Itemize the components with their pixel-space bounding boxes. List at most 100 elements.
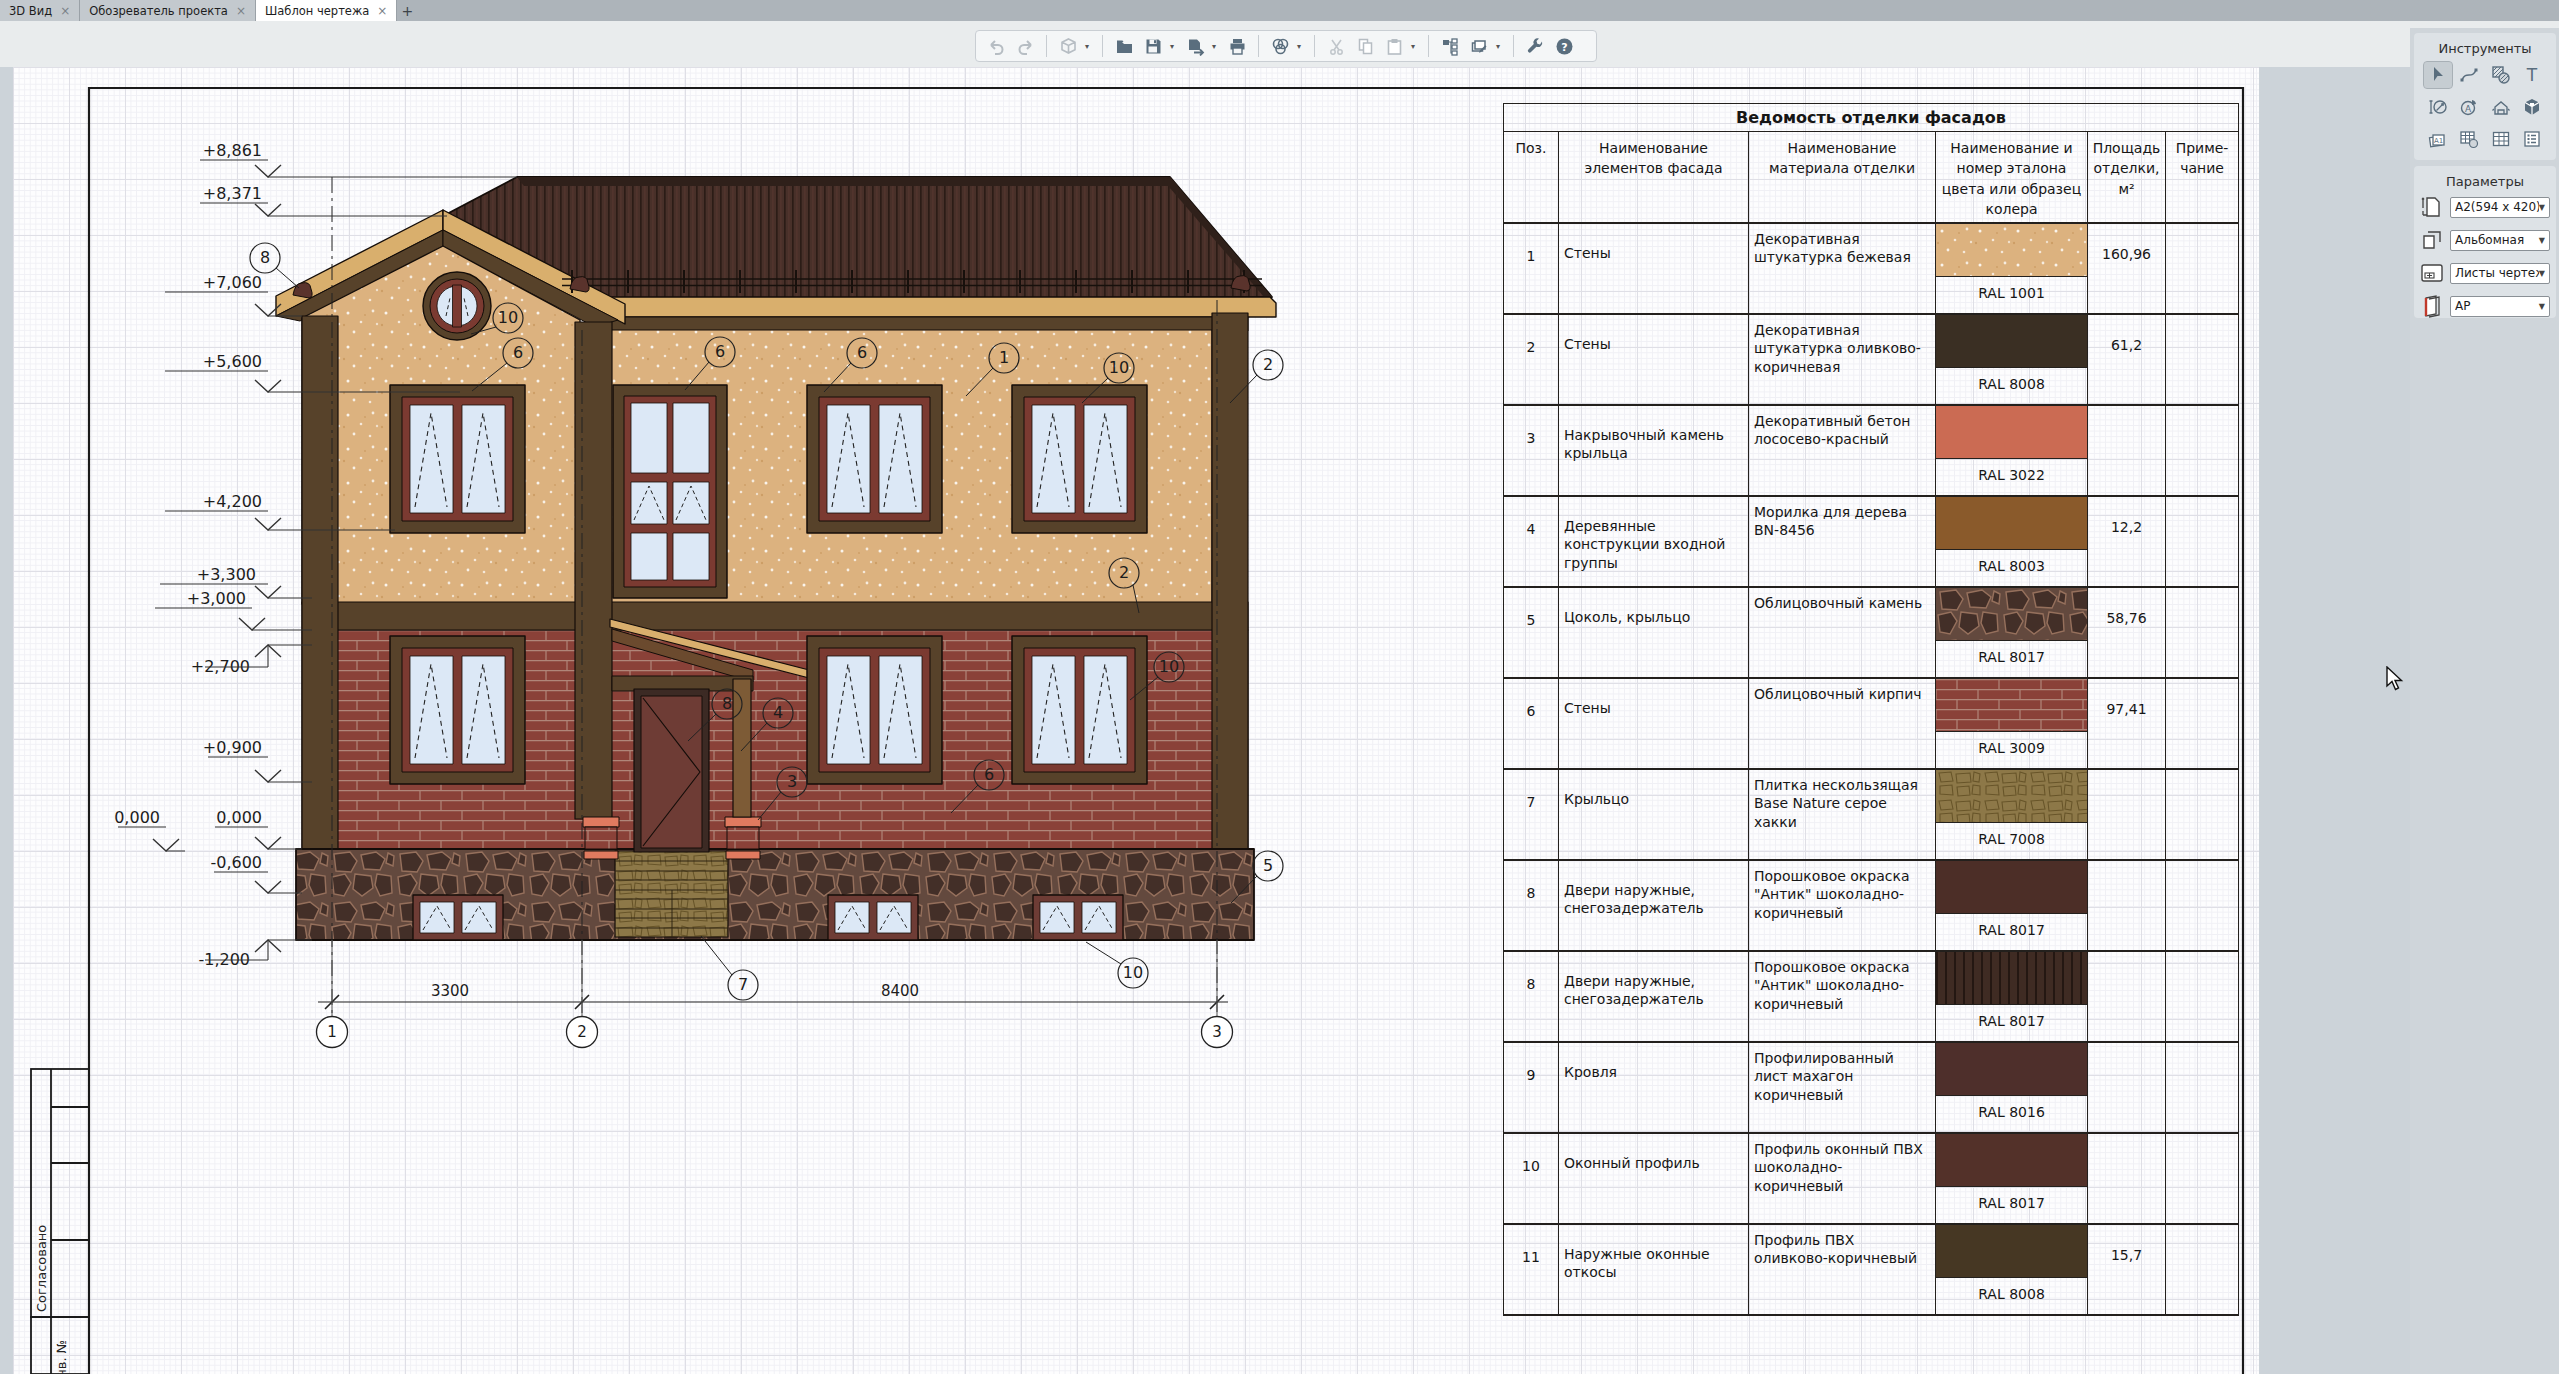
- svg-text:7: 7: [738, 975, 748, 994]
- svg-text:2: 2: [577, 1023, 587, 1041]
- svg-text:3: 3: [787, 772, 797, 791]
- copy-button[interactable]: [1353, 34, 1377, 58]
- undo-button[interactable]: [984, 34, 1008, 58]
- export-button[interactable]: [1183, 34, 1207, 58]
- col-header: Площадь отделки, м²: [2088, 132, 2166, 223]
- page-size-select[interactable]: A2(594 x 420)▼: [2450, 197, 2550, 218]
- svg-text:10: 10: [1159, 657, 1179, 676]
- pilaster-middle: [575, 322, 612, 819]
- svg-text:0,000: 0,000: [114, 808, 160, 827]
- tab-project-browser[interactable]: Обозреватель проекта ×: [80, 0, 256, 21]
- tool-hatch[interactable]: [2487, 62, 2515, 88]
- tool-text[interactable]: T: [2518, 62, 2546, 88]
- app-window: 3D Вид× Обозреватель проекта × Шаблон чер…: [0, 0, 2559, 1374]
- col-header: Наименование и номер эталона цвета или о…: [1936, 132, 2088, 223]
- svg-text:6: 6: [513, 343, 523, 362]
- svg-text:5: 5: [1263, 856, 1273, 875]
- cut-button[interactable]: [1324, 34, 1348, 58]
- svg-text:6: 6: [715, 342, 725, 361]
- tools-panel: Инструменты T A A1: [2414, 33, 2556, 160]
- tool-assembly[interactable]: [2487, 94, 2515, 120]
- swatch-ral-8017-stone: [1936, 588, 2087, 641]
- paste-button[interactable]: [1382, 34, 1406, 58]
- tab-label: Шаблон чертежа: [265, 4, 369, 18]
- drawing-canvas[interactable]: Согласовано Взам. инв. №: [0, 67, 2559, 1374]
- stair-window: [613, 385, 727, 598]
- svg-text:A: A: [2465, 104, 2472, 114]
- tab-bar: 3D Вид× Обозреватель проекта × Шаблон чер…: [0, 0, 2559, 21]
- table-row: 7 Крыльцо Плитка нескользящая Base Natur…: [1504, 769, 2239, 860]
- pilaster-left: [302, 316, 338, 850]
- chevron-down-icon[interactable]: ▾: [1496, 42, 1504, 51]
- right-panel: Инструменты T A A1 Параметры A2(594 x 42…: [2410, 28, 2559, 1374]
- svg-text:-0,600: -0,600: [210, 853, 262, 872]
- tool-specification[interactable]: [2518, 126, 2546, 152]
- 3d-mode-button[interactable]: [1056, 34, 1080, 58]
- chevron-down-icon[interactable]: ▾: [1411, 42, 1419, 51]
- close-icon[interactable]: ×: [236, 4, 246, 18]
- tab-3d-view[interactable]: 3D Вид×: [0, 0, 80, 21]
- drawing-sheet[interactable]: Согласовано Взам. инв. №: [13, 67, 2259, 1374]
- swatch-ral-8003: [1936, 497, 2087, 550]
- swatch-ral-3022: [1936, 406, 2087, 459]
- svg-text:2: 2: [1263, 355, 1273, 374]
- tool-sheets[interactable]: A1: [2424, 126, 2452, 152]
- tool-dimension[interactable]: [2424, 94, 2452, 120]
- redo-button[interactable]: [1013, 34, 1037, 58]
- svg-text:+8,371: +8,371: [203, 184, 262, 203]
- close-icon[interactable]: ×: [60, 4, 70, 18]
- svg-text:4: 4: [773, 703, 783, 722]
- table-row: 4 Деревянные конструкции входной группы …: [1504, 496, 2239, 587]
- swatch-ral-8017-window: [1936, 1134, 2087, 1187]
- toolbar: ▾ ▾ ▾ ▾ ▾ ▾ ?: [0, 21, 2559, 67]
- svg-text:0,000: 0,000: [216, 808, 262, 827]
- mouse-cursor: [2385, 666, 2405, 693]
- tool-table[interactable]: [2487, 126, 2515, 152]
- tool-select[interactable]: [2424, 62, 2452, 88]
- chevron-down-icon[interactable]: ▾: [1085, 42, 1093, 51]
- table-row: 9 Кровля Профилированный лист махагон ко…: [1504, 1042, 2239, 1133]
- svg-text:+3,000: +3,000: [187, 589, 246, 608]
- svg-text:+3,300: +3,300: [197, 565, 256, 584]
- settings-wrench-button[interactable]: [1523, 34, 1547, 58]
- swatch-ral-7008-flagstone: [1936, 770, 2087, 823]
- chevron-down-icon[interactable]: ▾: [1170, 42, 1178, 51]
- tab-drawing-template[interactable]: Шаблон чертежа ×: [256, 0, 397, 21]
- tool-annotation[interactable]: A: [2455, 94, 2483, 120]
- svg-text:T: T: [2526, 65, 2538, 85]
- sync-button[interactable]: [1268, 34, 1292, 58]
- discipline-select[interactable]: АР▼: [2450, 296, 2550, 317]
- tool-3d-view[interactable]: [2518, 94, 2546, 120]
- svg-text:10: 10: [498, 308, 518, 327]
- tool-spline[interactable]: [2455, 62, 2483, 88]
- close-icon[interactable]: ×: [377, 4, 387, 18]
- svg-text:1: 1: [999, 348, 1009, 367]
- orientation-icon: [2420, 228, 2444, 252]
- col-header: Наименование материала отделки: [1749, 132, 1936, 223]
- structure-button[interactable]: [1438, 34, 1462, 58]
- orientation-select[interactable]: Альбомная▼: [2450, 230, 2550, 251]
- round-window: [423, 272, 491, 340]
- tool-linked-table[interactable]: [2455, 126, 2483, 152]
- open-button[interactable]: [1112, 34, 1136, 58]
- chevron-down-icon[interactable]: ▾: [1212, 42, 1220, 51]
- print-button[interactable]: [1225, 34, 1249, 58]
- help-button[interactable]: ?: [1552, 34, 1576, 58]
- chevron-down-icon[interactable]: ▾: [1297, 42, 1305, 51]
- svg-text:2: 2: [1119, 563, 1129, 582]
- sheet-type-select[interactable]: Листы чертежа▼: [2450, 263, 2550, 284]
- svg-text:1: 1: [327, 1023, 337, 1041]
- svg-text:3300: 3300: [431, 982, 469, 1000]
- swatch-ral-8017-striped: [1936, 952, 2087, 1005]
- swatch-ral-8008-pvc: [1936, 1225, 2087, 1278]
- dimension-line: 3300 8400 1 2 3: [317, 940, 1233, 1048]
- save-button[interactable]: [1141, 34, 1165, 58]
- layers-button[interactable]: [1467, 34, 1491, 58]
- table-row: 5 Цоколь, крыльцо Облицовочный камень RA…: [1504, 587, 2239, 678]
- svg-text:+7,060: +7,060: [203, 273, 262, 292]
- new-tab-button[interactable]: +: [397, 0, 417, 21]
- svg-text:+8,861: +8,861: [203, 141, 262, 160]
- tab-label: Обозреватель проекта: [89, 4, 228, 18]
- tools-panel-title: Инструменты: [2414, 33, 2556, 62]
- page-size-icon: [2420, 195, 2444, 219]
